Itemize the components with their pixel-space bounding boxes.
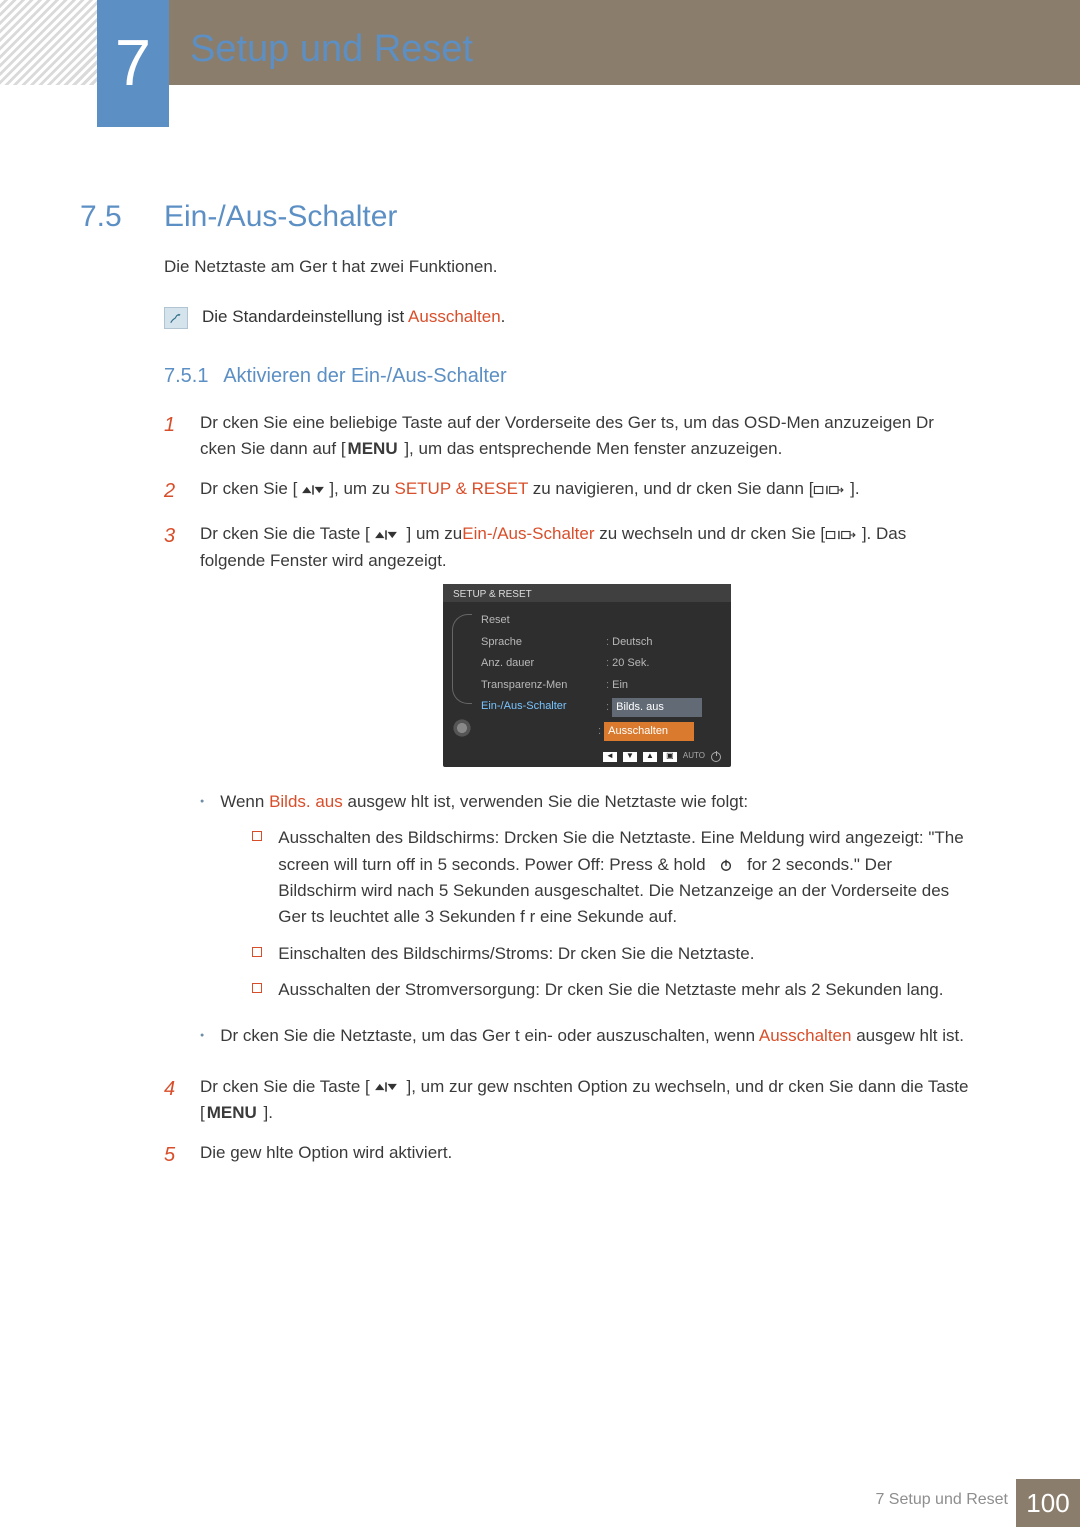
sub-1: Ausschalten des Bildschirms: Drcken Sie … [252,825,974,930]
intro-text: Die Netztaste am Ger t hat zwei Funktion… [164,254,974,280]
chapter-number: 7 [115,13,151,114]
footer: 7 Setup und Reset 100 [0,1479,1080,1527]
sub-list: Ausschalten des Bildschirms: Drcken Sie … [220,825,974,1003]
subsection-number: 7.5.1 [164,365,208,387]
auto-label: AUTO [683,750,705,762]
step-4: 4 Dr cken Sie die Taste [ ], um zur gew … [164,1074,974,1127]
header-stripes [0,0,100,85]
note-icon [164,307,188,329]
down-icon: ▼ [623,752,637,762]
footer-page: 100 [1016,1479,1080,1527]
power-icon [711,752,721,762]
menu-key: MENU [348,439,398,458]
chapter-block: 7 [97,0,169,127]
enter-icon [825,528,857,542]
note-row: Die Standardeinstellung ist Ausschalten. [164,304,974,330]
subsection-heading: 7.5.1 Aktivieren der Ein-/Aus-Schalter [164,361,974,392]
osd-values: . Deutsch 20 Sek. Ein Bilds. aus Ausscha… [606,612,725,741]
gear-icon [452,718,472,738]
osd-arc-icon [452,614,472,704]
steps-list: 1 Dr cken Sie eine beliebige Taste auf d… [164,410,974,1172]
step-3: 3 Dr cken Sie die Taste [ ] um zuEin-/Au… [164,521,974,1059]
osd-title: SETUP & RESET [443,584,731,602]
up-down-icon [370,1080,402,1094]
footer-label: 7 Setup und Reset [875,1488,1008,1513]
content-area: Die Netztaste am Ger t hat zwei Funktion… [164,254,974,1185]
page-title: Setup und Reset [190,20,473,79]
subsection-title: Aktivieren der Ein-/Aus-Schalter [223,365,506,387]
bullet-list: Wenn Bilds. aus ausgew hlt ist, verwende… [200,789,974,1050]
osd-labels: Reset Sprache Anz. dauer Transparenz-Men… [481,612,606,741]
sub-3: Ausschalten der Stromversorgung: Dr cken… [252,977,974,1003]
up-icon: ▲ [643,752,657,762]
step-5: 5 Die gew hlte Option wird aktiviert. [164,1140,974,1171]
note-text: Die Standardeinstellung ist Ausschalten. [202,304,505,330]
osd-screenshot: SETUP & RESET Reset Sprache Anz. dauer T… [443,584,731,767]
step-1: 1 Dr cken Sie eine beliebige Taste auf d… [164,410,974,463]
confirm-icon: ▣ [663,752,677,762]
section-number: 7.5 [80,194,122,241]
bullet-2: Dr cken Sie die Netztaste, um das Ger t … [200,1023,974,1049]
up-down-icon [370,528,402,542]
osd-footer: ◄ ▼ ▲ ▣ AUTO [603,750,721,762]
step-2: 2 Dr cken Sie [], um zu SETUP & RESET zu… [164,476,974,507]
section-title: Ein-/Aus-Schalter [164,194,397,241]
menu-key: MENU [207,1103,257,1122]
bullet-1: Wenn Bilds. aus ausgew hlt ist, verwende… [200,789,974,1013]
left-icon: ◄ [603,752,617,762]
sub-2: Einschalten des Bildschirms/Stroms: Dr c… [252,941,974,967]
up-down-icon [297,483,329,497]
enter-icon [813,483,845,497]
power-icon [710,858,742,872]
